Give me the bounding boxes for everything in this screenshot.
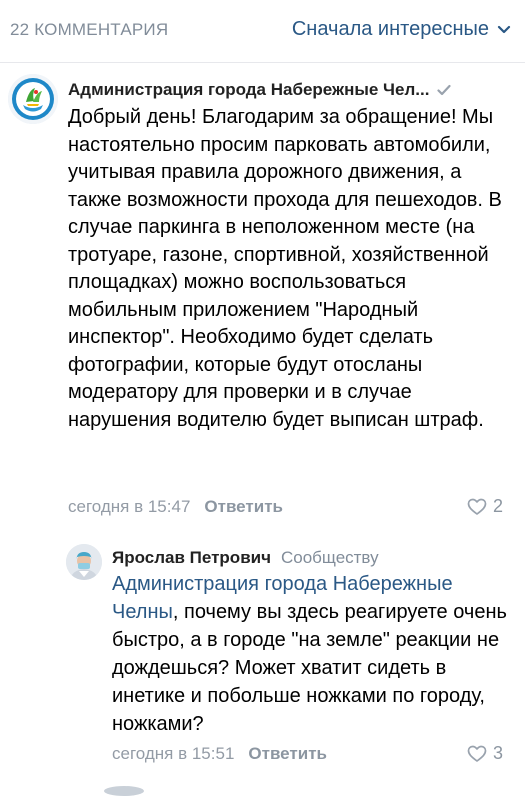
- verified-check-icon: [437, 84, 452, 96]
- user-avatar[interactable]: [66, 544, 102, 580]
- comment-count: 22 КОММЕНТАРИЯ: [10, 20, 169, 39]
- comment-author-row: Администрация города Набережные Чел...: [68, 80, 513, 100]
- next-avatar-peek: [104, 786, 144, 796]
- comment-author[interactable]: Администрация города Набережные Чел...: [68, 80, 429, 100]
- like-button[interactable]: 2: [467, 496, 503, 517]
- sort-label: Сначала интересные: [291, 18, 489, 40]
- reply-meta: сегодня в 15:51 Ответить: [112, 744, 327, 764]
- comments-header: 22 КОММЕНТАРИЯ Сначала интересные: [0, 0, 525, 62]
- community-avatar[interactable]: [8, 74, 58, 124]
- reply-button[interactable]: Ответить: [204, 497, 283, 517]
- heart-icon: [467, 498, 487, 515]
- like-count: 2: [492, 496, 503, 516]
- reply-time: сегодня в 15:51: [112, 744, 235, 763]
- reply-author[interactable]: Ярослав Петрович: [112, 548, 271, 568]
- chevron-down-icon: [497, 25, 511, 33]
- comment-meta: сегодня в 15:47 Ответить: [68, 497, 283, 517]
- city-emblem-icon: [8, 74, 58, 124]
- reply-text: Администрация города Набережные Челны, п…: [112, 570, 512, 738]
- header-divider: [0, 62, 525, 63]
- reply-target[interactable]: Сообществу: [281, 548, 379, 568]
- reply-header: Ярослав Петрович Сообществу: [112, 548, 379, 568]
- comment-text: Добрый день! Благодарим за обращение! Мы…: [68, 106, 502, 431]
- user-photo-icon: [66, 544, 102, 580]
- sort-dropdown[interactable]: Сначала интересные: [292, 18, 511, 41]
- heart-icon: [467, 745, 487, 762]
- like-count: 3: [492, 743, 503, 763]
- reply-button[interactable]: Ответить: [248, 744, 327, 764]
- comment-time: сегодня в 15:47: [68, 497, 191, 516]
- like-button[interactable]: 3: [467, 743, 503, 764]
